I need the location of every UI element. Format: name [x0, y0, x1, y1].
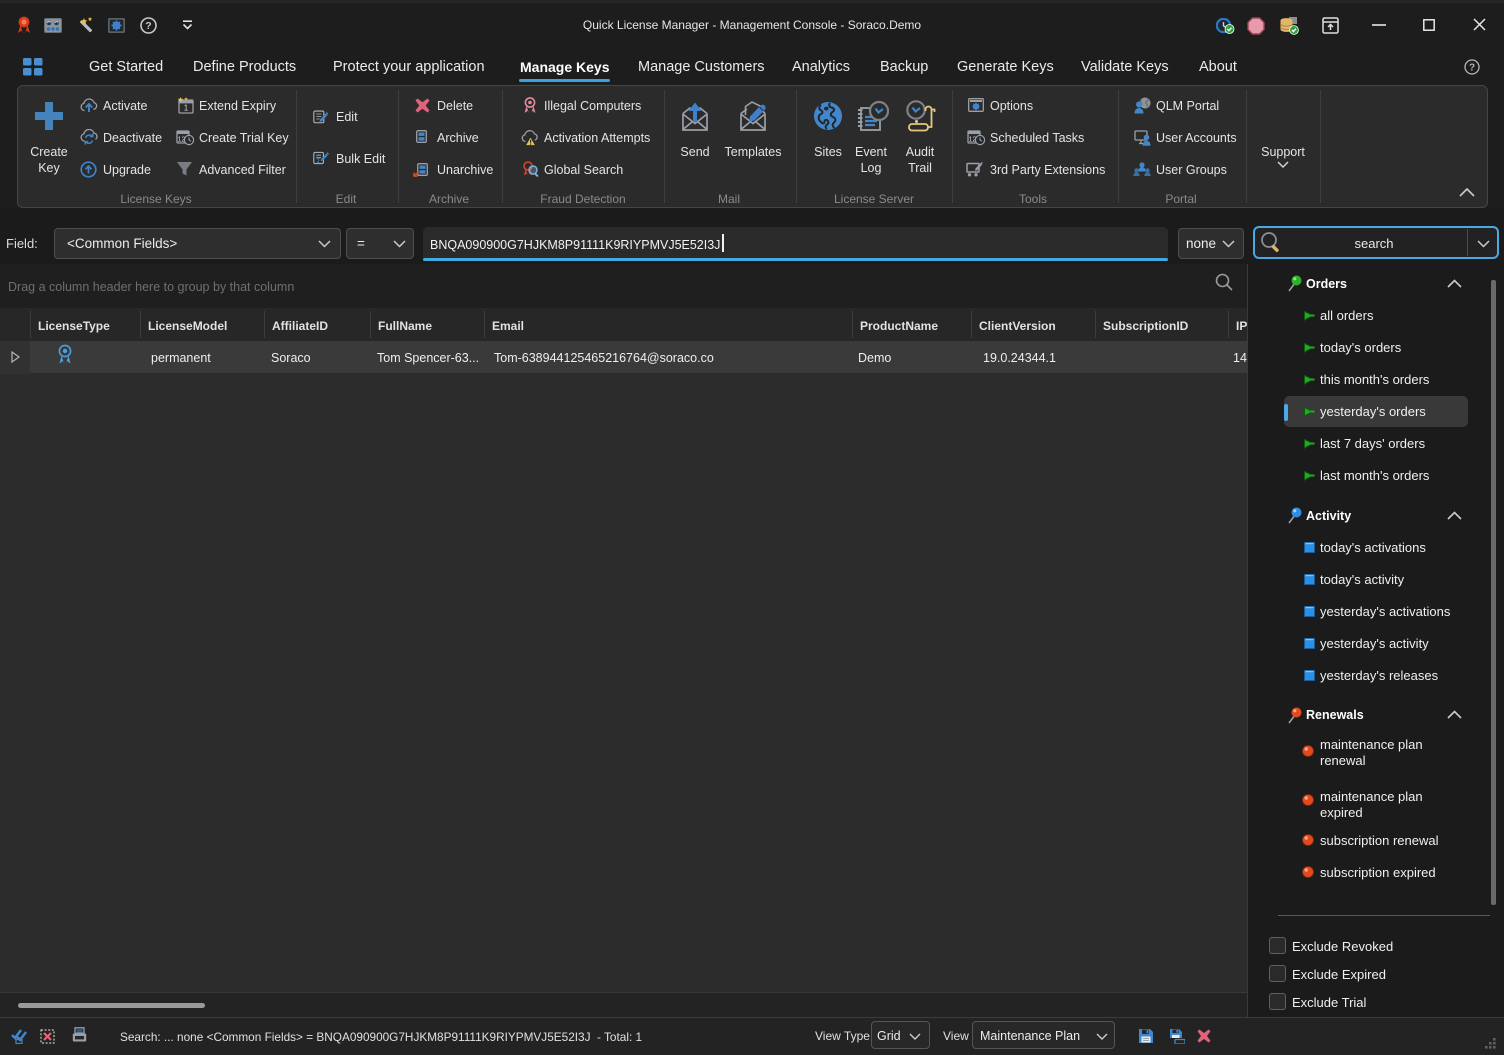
- svg-text:Σ: Σ: [316, 156, 321, 165]
- svg-text:?: ?: [1469, 63, 1475, 74]
- svg-text:1: 1: [184, 104, 189, 113]
- svg-text:?: ?: [145, 20, 151, 32]
